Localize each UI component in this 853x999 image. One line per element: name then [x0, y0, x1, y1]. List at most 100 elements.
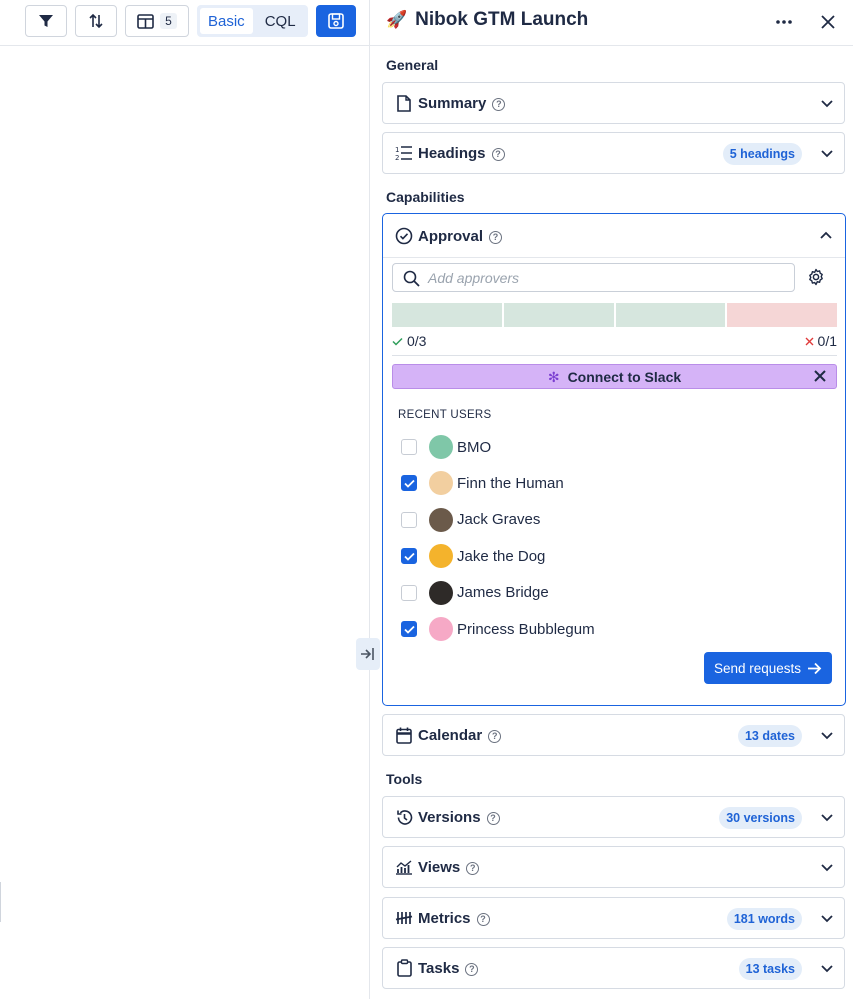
close-panel-button[interactable] [816, 10, 840, 34]
chevron-down-icon [821, 814, 833, 822]
views-title: Views? [418, 859, 480, 876]
views-label: Views [418, 859, 461, 876]
user-name: Princess Bubblegum [457, 620, 595, 638]
panel-title-text: Nibok GTM Launch [415, 9, 589, 30]
help-icon[interactable]: ? [488, 730, 502, 743]
chevron-down-icon [821, 732, 833, 740]
section-tools: Tools [386, 771, 423, 787]
approval-slot [392, 303, 502, 327]
versions-label: Versions [418, 809, 481, 826]
tasks-card[interactable]: Tasks? 13 tasks [382, 947, 845, 989]
rocket-icon: 🚀 [386, 10, 408, 29]
chevron-down-icon [821, 915, 833, 923]
versions-card[interactable]: Versions? 30 versions [382, 796, 845, 838]
user-row[interactable]: BMO [401, 433, 821, 461]
avatar [429, 580, 453, 605]
versions-title: Versions? [418, 809, 500, 826]
panel-header: 🚀 Nibok GTM Launch [370, 0, 853, 46]
mode-cql-tab[interactable]: CQL [257, 8, 304, 34]
tasks-label: Tasks [418, 960, 460, 977]
summary-label: Summary [418, 95, 487, 112]
calendar-card[interactable]: Calendar? 13 dates [382, 714, 845, 756]
search-placeholder: Add approvers [428, 270, 520, 286]
approved-count: 0/3 [392, 333, 426, 349]
slack-banner[interactable]: ✻ Connect to Slack [392, 364, 837, 389]
sort-button[interactable] [75, 5, 117, 37]
avatar [429, 507, 453, 532]
approval-slot [503, 303, 614, 327]
document-icon [395, 94, 413, 112]
gear-icon[interactable] [807, 268, 825, 286]
send-requests-label: Send requests [713, 660, 802, 676]
columns-button[interactable]: 5 [125, 5, 189, 37]
headings-card[interactable]: 12 Headings? 5 headings [382, 132, 845, 174]
approval-counts: 0/3 0/1 [392, 333, 837, 353]
user-checkbox[interactable] [401, 621, 417, 637]
filter-button[interactable] [25, 5, 67, 37]
approver-search-input[interactable]: Add approvers [392, 263, 795, 292]
user-name: Finn the Human [457, 474, 564, 492]
save-button[interactable] [316, 5, 356, 37]
checkmark-icon [403, 625, 415, 634]
metrics-title: Metrics? [418, 910, 490, 927]
views-card[interactable]: Views? [382, 846, 845, 888]
chevron-down-icon [821, 150, 833, 158]
avatar [429, 544, 453, 569]
user-checkbox[interactable] [401, 584, 417, 601]
user-row[interactable]: Princess Bubblegum [401, 615, 821, 643]
left-pane: 5 Basic CQL [0, 0, 369, 999]
help-icon[interactable]: ? [466, 862, 480, 875]
search-icon [403, 270, 420, 287]
chart-icon [395, 858, 413, 876]
headings-badge: 5 headings [722, 143, 802, 165]
approved-count-text: 0/3 [407, 333, 427, 349]
help-icon[interactable]: ? [489, 231, 503, 244]
tasks-title: Tasks? [418, 960, 479, 977]
mode-basic-tab[interactable]: Basic [200, 8, 253, 34]
summary-card[interactable]: Summary? [382, 82, 845, 124]
metrics-badge: 181 words [726, 908, 802, 930]
user-checkbox[interactable] [401, 475, 417, 492]
chevron-down-icon [821, 864, 833, 872]
user-checkbox[interactable] [401, 439, 417, 455]
user-row[interactable]: James Bridge [401, 579, 821, 607]
help-icon[interactable]: ? [486, 812, 500, 825]
approval-header[interactable]: Approval? [383, 214, 845, 258]
user-name: Jack Graves [457, 511, 541, 529]
columns-count: 5 [160, 13, 177, 29]
headings-label: Headings [418, 145, 486, 162]
user-row[interactable]: Finn the Human [401, 469, 821, 497]
collapse-panel-button[interactable] [356, 638, 380, 670]
calendar-icon [395, 726, 413, 744]
help-icon[interactable]: ? [476, 913, 490, 926]
help-icon[interactable]: ? [492, 98, 506, 111]
user-name: BMO [457, 438, 492, 456]
filter-icon [39, 15, 53, 27]
scroll-indicator [0, 882, 1, 922]
help-icon[interactable]: ? [491, 148, 505, 161]
user-checkbox[interactable] [401, 511, 417, 528]
rejected-count: 0/1 [805, 333, 837, 349]
checkmark-icon [403, 552, 415, 561]
approval-progress [392, 303, 837, 327]
calendar-badge: 13 dates [737, 725, 802, 747]
history-icon [395, 808, 413, 826]
check-circle-icon [395, 227, 413, 250]
user-row[interactable]: Jack Graves [401, 506, 821, 534]
avatar [429, 435, 453, 459]
approval-slot [615, 303, 726, 327]
save-icon [328, 13, 344, 29]
versions-badge: 30 versions [719, 807, 802, 829]
chevron-down-icon [821, 100, 833, 108]
close-icon[interactable] [813, 369, 827, 383]
tally-icon [395, 909, 413, 927]
user-checkbox[interactable] [401, 548, 417, 565]
user-row[interactable]: Jake the Dog [401, 542, 821, 570]
more-options-button[interactable] [772, 11, 796, 33]
side-panel: 🚀 Nibok GTM Launch General Summary? 12 H… [369, 0, 853, 999]
metrics-card[interactable]: Metrics? 181 words [382, 897, 845, 939]
send-requests-button[interactable]: Send requests [704, 652, 832, 684]
avatar [429, 617, 453, 641]
x-icon [805, 337, 814, 345]
help-icon[interactable]: ? [465, 963, 479, 976]
